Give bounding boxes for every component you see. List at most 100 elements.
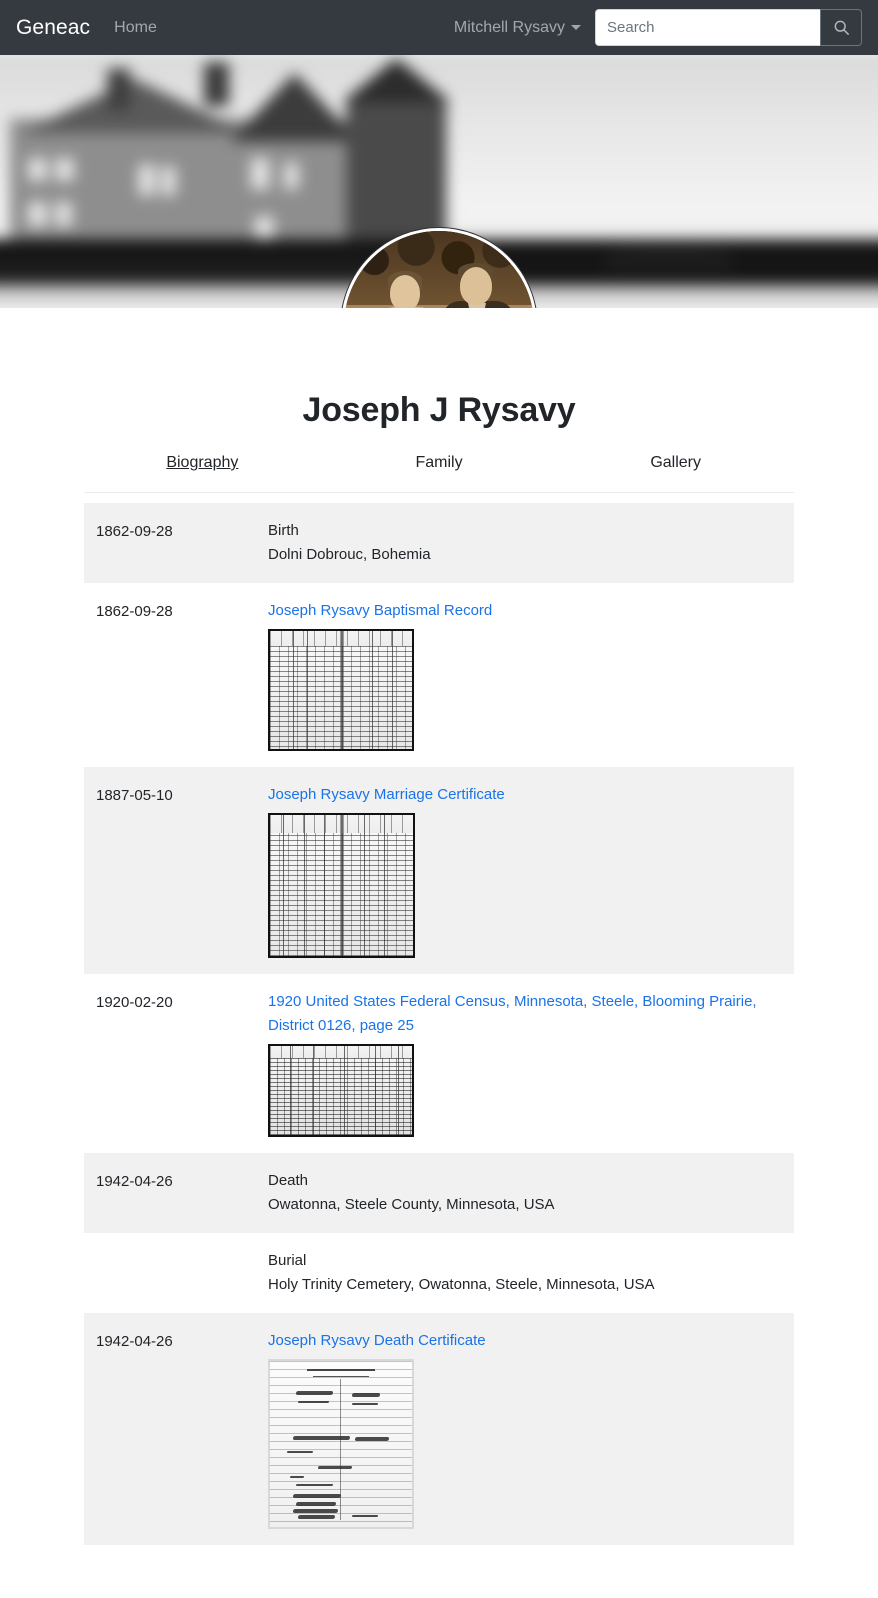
- biography-timeline: 1862-09-28 Birth Dolni Dobrouc, Bohemia …: [84, 493, 794, 1545]
- table-row: 1942-04-26 Joseph Rysavy Death Certifica…: [84, 1313, 794, 1545]
- scan-texture: [270, 1361, 412, 1527]
- baptismal-record-thumbnail[interactable]: [268, 629, 414, 751]
- table-row: 1862-09-28 Joseph Rysavy Baptismal Recor…: [84, 583, 794, 767]
- nav-link-home[interactable]: Home: [114, 19, 157, 37]
- search-input[interactable]: [595, 9, 820, 46]
- handwriting-mark: [292, 1493, 342, 1498]
- timeline-date: 1942-04-26: [96, 1333, 173, 1350]
- timeline-date: 1942-04-26: [96, 1173, 173, 1190]
- timeline-content: Death Owatonna, Steele County, Minnesota…: [268, 1169, 779, 1217]
- scan-column-rule: [397, 1046, 399, 1135]
- source-link-baptismal-record[interactable]: Joseph Rysavy Baptismal Record: [268, 602, 492, 619]
- table-row: 1862-09-28 Birth Dolni Dobrouc, Bohemia: [84, 503, 794, 583]
- handwriting-mark: [295, 1390, 333, 1395]
- scan-column-rule: [375, 1046, 377, 1135]
- timeline-content: Burial Holy Trinity Cemetery, Owatonna, …: [268, 1249, 779, 1297]
- timeline-event-type: Death: [268, 1172, 309, 1189]
- timeline-content: Joseph Rysavy Death Certificate: [268, 1329, 779, 1529]
- timeline-date: 1920-02-20: [96, 994, 173, 1011]
- source-link-death-certificate[interactable]: Joseph Rysavy Death Certificate: [268, 1332, 486, 1349]
- scan-header-band: [270, 1046, 412, 1058]
- avatar-man-head: [460, 267, 492, 305]
- handwriting-mark: [298, 1400, 330, 1403]
- scan-book-spine: [339, 631, 344, 749]
- table-row: Burial Holy Trinity Cemetery, Owatonna, …: [84, 1233, 794, 1313]
- scan-column-rule: [372, 631, 374, 749]
- hero-chimney-left: [107, 68, 131, 111]
- search-form: [595, 9, 862, 46]
- handwriting-mark: [352, 1402, 379, 1405]
- scan-column-rule: [304, 815, 306, 956]
- certificate-title-rule: [306, 1369, 376, 1372]
- timeline-event-place: Dolni Dobrouc, Bohemia: [268, 546, 431, 563]
- hero-window: [28, 201, 47, 227]
- scan-book-spine: [340, 815, 345, 956]
- timeline-date: 1862-09-28: [96, 603, 173, 620]
- handwriting-mark: [295, 1502, 336, 1507]
- handwriting-mark: [351, 1392, 382, 1397]
- tab-family[interactable]: Family: [321, 454, 558, 472]
- user-menu-label: Mitchell Rysavy: [453, 18, 565, 36]
- timeline-event-place: Owatonna, Steele County, Minnesota, USA: [268, 1196, 555, 1213]
- avatar-woman-head: [390, 275, 420, 308]
- timeline-event-place: Holy Trinity Cemetery, Owatonna, Steele,…: [268, 1276, 655, 1293]
- hero-window: [28, 158, 47, 181]
- timeline-date: [96, 1249, 268, 1297]
- top-navbar: Geneac Home Mitchell Rysavy: [0, 0, 878, 55]
- death-certificate-thumbnail[interactable]: [268, 1359, 414, 1529]
- handwriting-mark: [292, 1508, 339, 1513]
- timeline-event-type: Birth: [268, 522, 299, 539]
- hero-banner: [0, 55, 878, 308]
- handwriting-mark: [295, 1483, 333, 1486]
- handwriting-mark: [286, 1450, 313, 1453]
- hero-house-tower-roof: [342, 58, 451, 102]
- table-row: 1887-05-10 Joseph Rysavy Marriage Certif…: [84, 767, 794, 974]
- hero-window: [161, 166, 176, 196]
- tab-biography[interactable]: Biography: [84, 454, 321, 472]
- timeline-event-type: Burial: [268, 1252, 307, 1269]
- hero-window: [284, 162, 299, 190]
- census-page-thumbnail[interactable]: [268, 1044, 414, 1137]
- hero-window: [138, 164, 156, 196]
- navbar-right-group: Mitchell Rysavy: [454, 9, 862, 46]
- avatar-background-foliage: [344, 231, 534, 305]
- scan-column-rule: [289, 1046, 291, 1135]
- timeline-date: 1887-05-10: [96, 787, 173, 804]
- hero-chimney-right: [203, 62, 229, 107]
- profile-tabs: Biography Family Gallery: [84, 430, 794, 492]
- scan-column-rule: [384, 815, 386, 956]
- brand-logo[interactable]: Geneac: [16, 16, 90, 40]
- source-link-census[interactable]: 1920 United States Federal Census, Minne…: [268, 993, 757, 1034]
- search-icon: [834, 20, 849, 35]
- timeline-content: 1920 United States Federal Census, Minne…: [268, 990, 779, 1137]
- scan-column-rule: [312, 1046, 314, 1135]
- source-link-marriage-certificate[interactable]: Joseph Rysavy Marriage Certificate: [268, 786, 505, 803]
- scan-column-rule: [292, 631, 294, 749]
- hero-tree-clump: [606, 243, 732, 271]
- search-button[interactable]: [820, 9, 862, 46]
- avatar[interactable]: [341, 228, 537, 308]
- scan-column-rule: [306, 631, 308, 749]
- handwriting-mark: [354, 1437, 390, 1442]
- scan-texture: [270, 1046, 412, 1135]
- user-menu-dropdown[interactable]: Mitchell Rysavy: [454, 19, 581, 37]
- marriage-certificate-thumbnail[interactable]: [268, 813, 415, 958]
- scan-column-rule: [392, 631, 394, 749]
- tab-gallery[interactable]: Gallery: [557, 454, 794, 472]
- handwriting-mark: [292, 1435, 350, 1440]
- handwriting-mark: [289, 1475, 305, 1478]
- hero-window: [250, 158, 270, 190]
- avatar-photo: [344, 231, 534, 308]
- table-row: 1920-02-20 1920 United States Federal Ce…: [84, 974, 794, 1153]
- certificate-center-rule: [339, 1379, 341, 1521]
- hero-window: [55, 158, 74, 181]
- timeline-content: Joseph Rysavy Marriage Certificate: [268, 783, 779, 958]
- hero-house-gable: [229, 72, 359, 142]
- timeline-content: Joseph Rysavy Baptismal Record: [268, 599, 779, 751]
- certificate-subtitle-rule: [312, 1375, 370, 1377]
- hero-window: [55, 201, 72, 227]
- scan-column-rule: [282, 815, 284, 956]
- scan-column-rule: [343, 1046, 345, 1135]
- timeline-content: Birth Dolni Dobrouc, Bohemia: [268, 519, 779, 567]
- scan-column-rule: [324, 815, 326, 956]
